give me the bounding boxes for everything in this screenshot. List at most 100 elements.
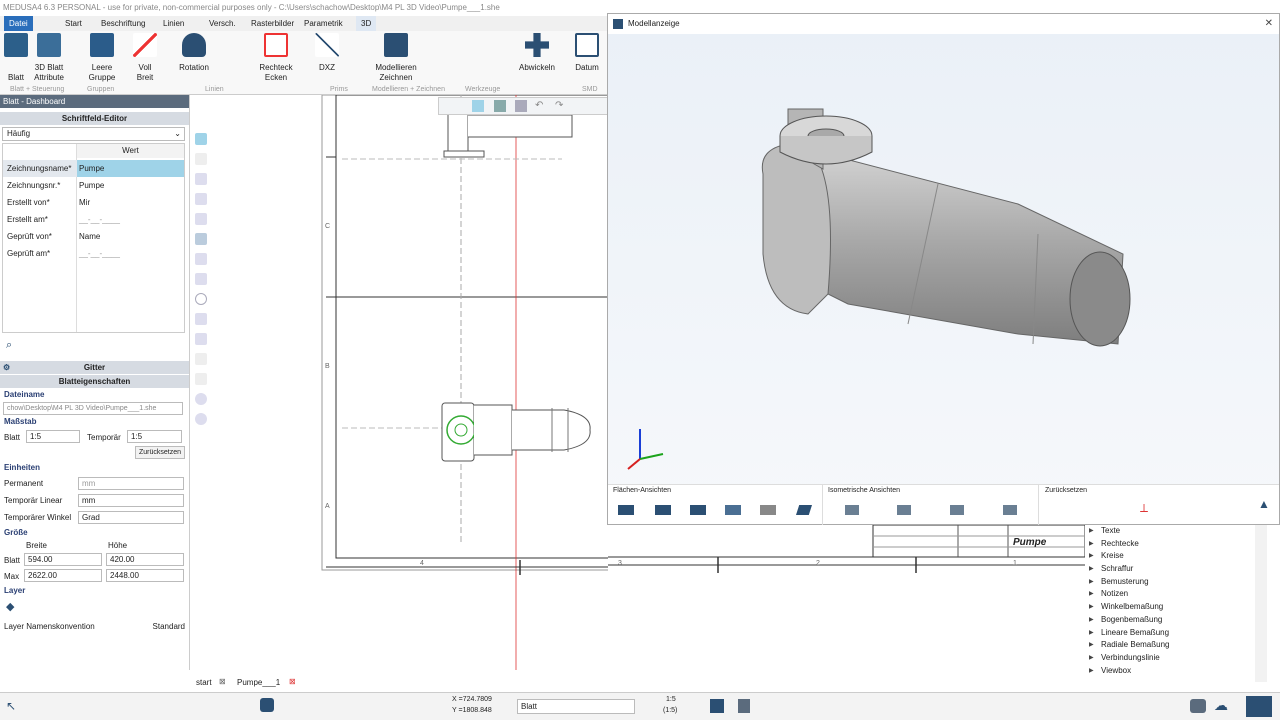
- redo-icon[interactable]: ↷: [555, 100, 563, 111]
- close-icon[interactable]: ⊠: [219, 677, 226, 686]
- bottom-view-icon[interactable]: [760, 505, 776, 515]
- zoom-tool-icon[interactable]: [195, 393, 207, 405]
- save-icon[interactable]: [494, 100, 506, 112]
- layers-icon[interactable]: [738, 699, 750, 713]
- cloud-icon[interactable]: ☁: [1214, 697, 1228, 714]
- back-view-icon[interactable]: [655, 505, 671, 515]
- drawing-svg[interactable]: [212, 95, 608, 670]
- tab-start[interactable]: Start: [60, 16, 87, 31]
- table-row[interactable]: Erstellt am* __-__-____: [3, 211, 184, 228]
- front-view-icon[interactable]: [618, 505, 634, 515]
- tab-datei[interactable]: Datei: [4, 16, 33, 31]
- tab-3d[interactable]: 3D: [356, 16, 377, 31]
- tab-versch[interactable]: Versch.: [204, 16, 241, 31]
- right-list-scrollbar[interactable]: [1255, 525, 1267, 682]
- list-item[interactable]: Radiale Bemaßung: [1085, 639, 1267, 652]
- search-icon[interactable]: ⌕: [0, 333, 189, 357]
- temp-winkel-select[interactable]: Grad: [78, 511, 184, 524]
- snap-tool-icon[interactable]: [195, 173, 207, 185]
- undo-icon[interactable]: ↶: [535, 100, 543, 111]
- table-row[interactable]: Erstellt von* Mir: [3, 194, 184, 211]
- snap-tool-icon[interactable]: [195, 333, 207, 345]
- layers-icon[interactable]: ◆: [0, 598, 189, 618]
- field-value[interactable]: Mir: [79, 194, 90, 211]
- briefcase-icon[interactable]: [1190, 699, 1206, 713]
- dxz-button[interactable]: DXZ: [315, 33, 339, 73]
- chat-icon[interactable]: [260, 698, 274, 712]
- abwickeln-button[interactable]: Abwickeln: [518, 33, 556, 73]
- grid-tool-icon[interactable]: [195, 233, 207, 245]
- list-item[interactable]: Rechtecke: [1085, 538, 1267, 551]
- rotation-button[interactable]: Rotation: [177, 33, 211, 73]
- blatt-button[interactable]: Blatt: [4, 33, 28, 83]
- max-hoehe-field[interactable]: 2448.00: [106, 569, 184, 582]
- zoom-tool-icon[interactable]: [195, 413, 207, 425]
- up-arrow-icon[interactable]: ▲: [1258, 497, 1270, 511]
- point-tool-icon[interactable]: [195, 153, 207, 165]
- temporaer-scale-field[interactable]: 1:5: [127, 430, 182, 443]
- layer-field[interactable]: Blatt: [517, 699, 635, 714]
- blatt-breite-field[interactable]: 594.00: [24, 553, 102, 566]
- list-item[interactable]: Schraffur: [1085, 563, 1267, 576]
- model-window-titlebar[interactable]: Modellanzeige ✕: [608, 14, 1279, 34]
- tab-beschriftung[interactable]: Beschriftung: [96, 16, 150, 31]
- close-icon[interactable]: ⊠: [289, 677, 296, 686]
- snap-tool-icon[interactable]: [195, 213, 207, 225]
- dateiname-field[interactable]: chow\Desktop\M4 PL 3D Video\Pumpe___1.sh…: [3, 402, 183, 415]
- modellieren-zeichnen-button[interactable]: Modellieren Zeichnen: [372, 33, 420, 83]
- field-value[interactable]: Pumpe: [77, 160, 184, 177]
- right-view-icon[interactable]: [796, 505, 812, 515]
- max-breite-field[interactable]: 2622.00: [24, 569, 102, 582]
- grid-icon[interactable]: [710, 699, 724, 713]
- list-item[interactable]: Lineare Bemaßung: [1085, 627, 1267, 640]
- layer-konv-value[interactable]: Standard: [153, 618, 185, 635]
- cross-tool-icon[interactable]: [195, 373, 207, 385]
- list-item[interactable]: Kreise: [1085, 550, 1267, 563]
- snap-tool-icon[interactable]: [195, 193, 207, 205]
- blatt-scale-field[interactable]: 1:5: [26, 430, 80, 443]
- list-item[interactable]: Texte: [1085, 525, 1267, 538]
- cursor-icon[interactable]: [472, 100, 484, 112]
- voll-breit-button[interactable]: Voll Breit: [130, 33, 160, 83]
- pointer-icon[interactable]: ↖: [6, 699, 16, 713]
- top-view-icon[interactable]: [725, 505, 741, 515]
- tab-rasterbilder[interactable]: Rasterbilder: [246, 16, 299, 31]
- snap-tool-icon[interactable]: [195, 273, 207, 285]
- rechteck-ecken-button[interactable]: Rechteck Ecken: [256, 33, 296, 83]
- left-view-icon[interactable]: [690, 505, 706, 515]
- list-item[interactable]: Notizen: [1085, 588, 1267, 601]
- iso-view-icon[interactable]: [897, 505, 911, 515]
- leere-gruppe-button[interactable]: Leere Gruppe: [86, 33, 118, 83]
- list-item[interactable]: Bogenbemaßung: [1085, 614, 1267, 627]
- 3d-blatt-attribute-button[interactable]: 3D Blatt Attribute: [33, 33, 65, 83]
- zuruecksetzen-button[interactable]: Zurücksetzen: [134, 446, 185, 459]
- tab-parametrik[interactable]: Parametrik: [299, 16, 348, 31]
- close-icon[interactable]: ✕: [1265, 14, 1273, 34]
- 3d-viewport[interactable]: [608, 34, 1279, 504]
- list-item[interactable]: Winkelbemaßung: [1085, 601, 1267, 614]
- iso-view-icon[interactable]: [845, 505, 859, 515]
- drawing-canvas-lower[interactable]: Pumpe 3 2 1: [608, 525, 1085, 670]
- temp-linear-select[interactable]: mm: [78, 494, 184, 507]
- table-row[interactable]: Geprüft am* __-__-____: [3, 245, 184, 262]
- list-item[interactable]: Verbindungslinie: [1085, 652, 1267, 665]
- field-value[interactable]: __-__-____: [79, 245, 120, 262]
- permanent-field[interactable]: mm: [78, 477, 184, 490]
- drawing-canvas[interactable]: C B A 4 ↶ ↷: [212, 95, 608, 670]
- snap-tool-icon[interactable]: [195, 313, 207, 325]
- save-as-icon[interactable]: [515, 100, 527, 112]
- select-tool-icon[interactable]: [195, 133, 207, 145]
- filter-select[interactable]: Häufig ⌄: [2, 127, 185, 141]
- panel-toggle-icon[interactable]: [1246, 696, 1272, 717]
- gitter-header[interactable]: ⚙ Gitter: [0, 361, 189, 374]
- list-item[interactable]: Viewbox: [1085, 665, 1267, 678]
- iso-view-icon[interactable]: [950, 505, 964, 515]
- model-display-window[interactable]: Modellanzeige ✕ Flächen-Ansichten Isomet…: [607, 13, 1280, 525]
- cross-tool-icon[interactable]: [195, 353, 207, 365]
- table-row[interactable]: Zeichnungsname* Pumpe: [3, 160, 184, 177]
- datum-button[interactable]: Datum: [572, 33, 602, 73]
- field-value[interactable]: Name: [79, 228, 100, 245]
- blatteigenschaften-header[interactable]: Blatteigenschaften: [0, 375, 189, 388]
- iso-view-icon[interactable]: [1003, 505, 1017, 515]
- field-value[interactable]: Pumpe: [79, 177, 104, 194]
